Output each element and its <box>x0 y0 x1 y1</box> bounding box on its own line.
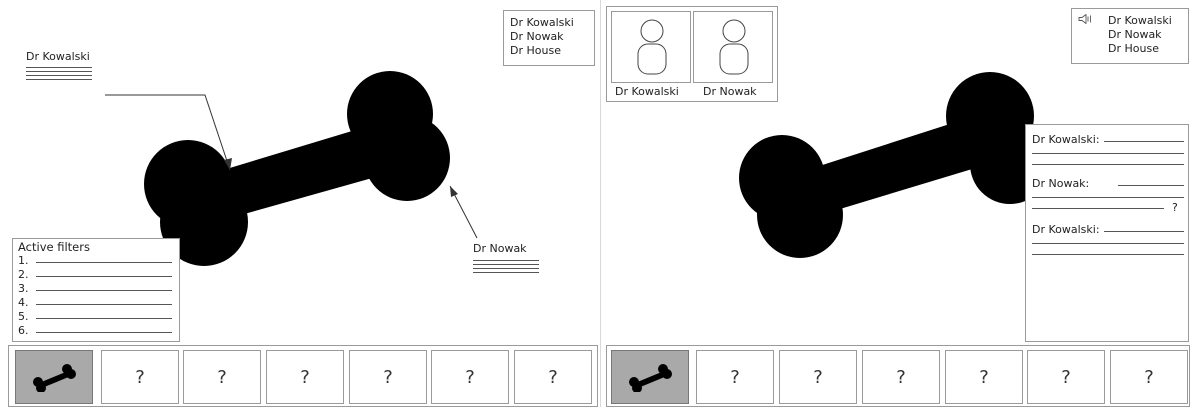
audio-participant-name: Dr House <box>1108 42 1159 55</box>
message-author: Dr Nowak: <box>1032 177 1090 190</box>
active-filters-panel: Active filters 1. 2. 3. 4. 5. 6. <box>12 238 180 342</box>
user-icon <box>637 19 667 75</box>
thumbnail-strip: ? ? ? ? ? ? <box>8 345 598 407</box>
annotation-nowak[interactable]: Dr Nowak <box>473 242 543 278</box>
message-author: Dr Kowalski: <box>1032 223 1100 236</box>
filter-item[interactable]: 3. <box>18 282 174 295</box>
filter-item[interactable]: 5. <box>18 310 174 323</box>
audio-participants-list: Dr Kowalski Dr Nowak Dr House <box>1071 8 1189 64</box>
viewers-list: Dr Kowalski Dr Nowak Dr House <box>503 10 595 66</box>
chat-message[interactable]: Dr Kowalski: <box>1032 223 1184 259</box>
annotation-line <box>473 260 539 261</box>
filter-line <box>36 290 172 291</box>
chat-message[interactable]: Dr Nowak: ? <box>1032 177 1184 214</box>
filter-item[interactable]: 6. <box>18 324 174 337</box>
thumbnail-slot[interactable]: ? <box>101 350 179 404</box>
filter-line <box>36 276 172 277</box>
filter-index: 3. <box>18 282 29 295</box>
thumbnail-slot[interactable]: ? <box>266 350 344 404</box>
annotation-line <box>26 79 92 80</box>
filters-title: Active filters <box>18 240 90 254</box>
user-icon <box>719 19 749 75</box>
viewer-name: Dr Nowak <box>510 30 564 43</box>
annotation-author: Dr Kowalski <box>26 50 90 63</box>
thumbnail-slot[interactable]: ? <box>183 350 261 404</box>
video-call-panel: Dr Kowalski Dr Nowak <box>606 6 778 102</box>
message-line <box>1032 197 1184 198</box>
message-line <box>1032 164 1184 165</box>
filter-index: 1. <box>18 254 29 267</box>
filter-index: 5. <box>18 310 29 323</box>
message-line <box>1118 185 1184 186</box>
annotation-author: Dr Nowak <box>473 242 527 255</box>
thumbnail-slot[interactable]: ? <box>349 350 427 404</box>
participant-video[interactable] <box>693 11 773 83</box>
message-line <box>1104 141 1184 142</box>
thumbnail-slot[interactable]: ? <box>514 350 592 404</box>
thumbnail-slot[interactable]: ? <box>431 350 509 404</box>
audio-participant-name: Dr Nowak <box>1108 28 1162 41</box>
chat-panel: Dr Kowalski: Dr Nowak: ? Dr Kowalski: <box>1025 124 1189 342</box>
participant-name: Dr Nowak <box>703 85 757 98</box>
filter-index: 4. <box>18 296 29 309</box>
filter-line <box>36 262 172 263</box>
message-line <box>1104 231 1184 232</box>
annotation-line <box>473 272 539 273</box>
bone-icon <box>629 364 672 392</box>
thumbnail-slot[interactable]: ? <box>1027 350 1105 404</box>
left-panel: Dr Kowalski Dr Nowak Dr Kowalski Dr Nowa… <box>0 0 600 407</box>
participant-video[interactable] <box>611 11 691 83</box>
annotation-line <box>26 71 92 72</box>
message-line <box>1032 153 1184 154</box>
participant-name: Dr Kowalski <box>615 85 679 98</box>
thumbnail-bone[interactable] <box>15 350 93 404</box>
bone-icon <box>33 364 76 392</box>
thumbnail-strip: ? ? ? ? ? ? <box>606 345 1190 407</box>
message-author: Dr Kowalski: <box>1032 133 1100 146</box>
message-line <box>1032 254 1184 255</box>
thumbnail-slot[interactable]: ? <box>945 350 1023 404</box>
panel-divider <box>600 0 601 407</box>
filter-item[interactable]: 2. <box>18 268 174 281</box>
filter-index: 6. <box>18 324 29 337</box>
right-panel: Dr Kowalski Dr Nowak Dr Kowalski Dr Nowa… <box>602 0 1190 407</box>
thumbnail-slot[interactable]: ? <box>1110 350 1188 404</box>
filter-line <box>36 318 172 319</box>
viewer-name: Dr House <box>510 44 561 57</box>
message-line <box>1032 208 1164 209</box>
thumbnail-bone[interactable] <box>611 350 689 404</box>
filter-index: 2. <box>18 268 29 281</box>
annotation-line <box>473 268 539 269</box>
thumbnail-slot[interactable]: ? <box>696 350 774 404</box>
audio-participant-name: Dr Kowalski <box>1108 14 1172 27</box>
chat-message[interactable]: Dr Kowalski: <box>1032 133 1184 169</box>
annotation-line <box>26 75 92 76</box>
message-trailing: ? <box>1172 201 1178 214</box>
annotation-kowalski[interactable]: Dr Kowalski <box>26 50 96 86</box>
thumbnail-slot[interactable]: ? <box>862 350 940 404</box>
speaker-icon[interactable] <box>1078 14 1092 24</box>
filter-item[interactable]: 1. <box>18 254 174 267</box>
filter-line <box>36 332 172 333</box>
filter-line <box>36 304 172 305</box>
viewer-name: Dr Kowalski <box>510 16 574 29</box>
annotation-line <box>473 264 539 265</box>
message-line <box>1032 243 1184 244</box>
annotation-line <box>26 67 92 68</box>
thumbnail-slot[interactable]: ? <box>779 350 857 404</box>
filter-item[interactable]: 4. <box>18 296 174 309</box>
